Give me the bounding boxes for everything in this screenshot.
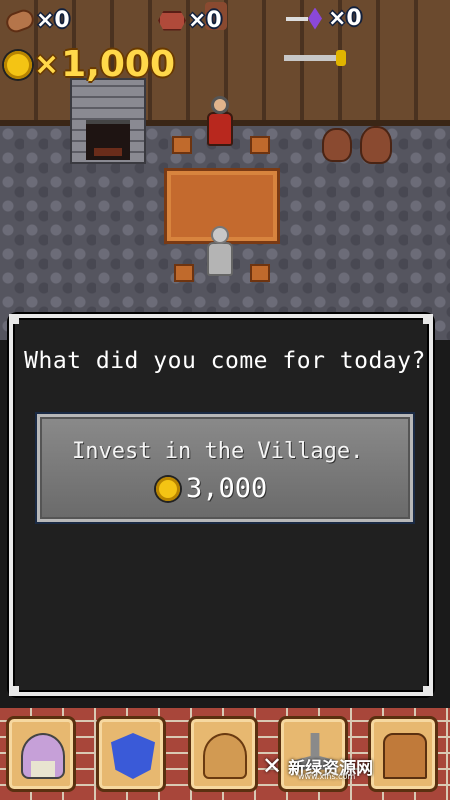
clay-pot — [360, 126, 392, 164]
wood-log-icon — [3, 6, 37, 35]
clay-pot — [322, 128, 352, 162]
watermark-logo-icon: ✕ — [262, 752, 283, 780]
menu-village-button[interactable] — [6, 716, 76, 792]
stool — [250, 136, 270, 154]
wood-counter: ×0 — [3, 6, 70, 35]
player-character — [203, 226, 237, 276]
treasure-chest-icon — [383, 733, 427, 779]
dialog-corner — [423, 686, 433, 696]
watermark-url: www.xlhs.com — [298, 772, 356, 781]
gold-coin-icon — [4, 50, 32, 79]
invest-cost: 3,000 — [156, 473, 267, 504]
dialog-question: What did you come for today? — [24, 348, 426, 374]
ore-icon — [158, 10, 186, 31]
dialog-box: What did you come for today? Invest in t… — [9, 314, 433, 696]
invest-village-button[interactable]: Invest in the Village. 3,000 — [37, 414, 413, 522]
invest-cost-amount: 3,000 — [186, 473, 268, 504]
site-watermark: ✕ 新绿资源网 www.xlhs.com — [262, 752, 373, 781]
stone-fireplace — [70, 78, 146, 164]
village-icon — [21, 733, 65, 779]
menu-storage-button[interactable] — [368, 716, 438, 792]
shop-hut-icon — [203, 733, 247, 779]
wood-count: ×0 — [36, 8, 70, 33]
ore-count: ×0 — [188, 8, 222, 33]
sword-gem-icon — [286, 8, 326, 30]
gold-counter: × 1,000 — [4, 44, 175, 85]
stool — [250, 264, 270, 282]
dialog-corner — [9, 686, 19, 696]
sword-shield-icon — [111, 733, 155, 779]
bottom-menu-bar — [0, 708, 450, 800]
gold-amount: 1,000 — [61, 44, 176, 85]
wall-sword-decoration — [284, 50, 346, 66]
gold-times: × — [34, 47, 60, 82]
gem-count: ×0 — [328, 6, 362, 31]
stool — [174, 264, 194, 282]
village-elder-npc[interactable] — [203, 96, 237, 146]
menu-equipment-button[interactable] — [96, 716, 166, 792]
gold-coin-icon — [156, 476, 180, 501]
invest-label: Invest in the Village. — [72, 439, 364, 464]
dialog-corner — [9, 314, 19, 324]
stool — [172, 136, 192, 154]
menu-shop-button[interactable] — [188, 716, 258, 792]
dialog-corner — [423, 314, 433, 324]
gem-counter: ×0 — [286, 6, 362, 31]
ore-counter: ×0 — [158, 8, 222, 33]
